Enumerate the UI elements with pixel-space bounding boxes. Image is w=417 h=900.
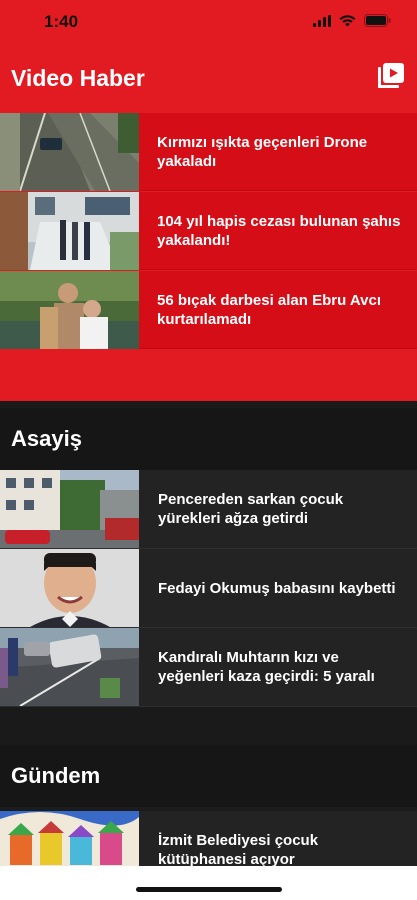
news-thumbnail bbox=[0, 271, 139, 349]
section-title: Gündem bbox=[11, 763, 101, 788]
news-thumbnail bbox=[0, 192, 139, 270]
video-library-icon[interactable] bbox=[377, 62, 405, 90]
home-indicator[interactable] bbox=[136, 887, 282, 892]
news-title: Kandıralı Muhtarın kızı ve yeğenleri kaz… bbox=[158, 649, 375, 685]
news-thumbnail bbox=[0, 113, 139, 191]
video-news-title: Kırmızı ışıkta geçenleri Drone yakaladı bbox=[157, 133, 368, 170]
news-item[interactable]: Pencereden sarkan çocuk yürekleri ağza g… bbox=[0, 470, 417, 549]
news-thumbnail bbox=[0, 549, 139, 627]
news-title: Fedayi Okumuş babasını kaybetti bbox=[158, 579, 396, 597]
news-item[interactable]: Fedayi Okumuş babasını kaybetti bbox=[0, 549, 417, 628]
section-title: Asayiş bbox=[11, 426, 82, 451]
news-title: Pencereden sarkan çocuk yürekleri ağza g… bbox=[158, 491, 344, 527]
top-bar: 1:40 Video Haber bbox=[0, 0, 417, 113]
page-title: Video Haber bbox=[11, 65, 145, 91]
news-thumbnail bbox=[0, 470, 139, 548]
battery-icon bbox=[364, 14, 391, 27]
video-news-title: 56 bıçak darbesi alan Ebru Avcı kurtarıl… bbox=[157, 291, 381, 328]
video-news-title: 104 yıl hapis cezası bulunan şahıs yakal… bbox=[157, 212, 401, 249]
section-header-asayis[interactable]: Asayiş bbox=[0, 408, 417, 470]
app-screen: 1:40 Video Haber Kırmızı ışıkta geçenler… bbox=[0, 0, 417, 900]
section-divider bbox=[0, 707, 417, 745]
app-header: Video Haber bbox=[0, 56, 417, 104]
section-header-gundem[interactable]: Gündem bbox=[0, 745, 417, 807]
video-news-item[interactable]: 56 bıçak darbesi alan Ebru Avcı kurtarıl… bbox=[0, 271, 417, 349]
wifi-icon bbox=[339, 14, 356, 26]
video-news-list: Kırmızı ışıkta geçenleri Drone yakaladı … bbox=[0, 113, 417, 401]
video-news-item[interactable]: Kırmızı ışıkta geçenleri Drone yakaladı bbox=[0, 113, 417, 191]
home-indicator-area bbox=[0, 866, 417, 900]
news-item[interactable]: Kandıralı Muhtarın kızı ve yeğenleri kaz… bbox=[0, 628, 417, 707]
news-thumbnail bbox=[0, 628, 139, 706]
status-bar: 1:40 bbox=[0, 0, 417, 46]
status-icons bbox=[313, 14, 391, 27]
signal-icon bbox=[313, 14, 331, 27]
status-time: 1:40 bbox=[44, 12, 79, 31]
video-news-item[interactable]: 104 yıl hapis cezası bulunan şahıs yakal… bbox=[0, 192, 417, 270]
